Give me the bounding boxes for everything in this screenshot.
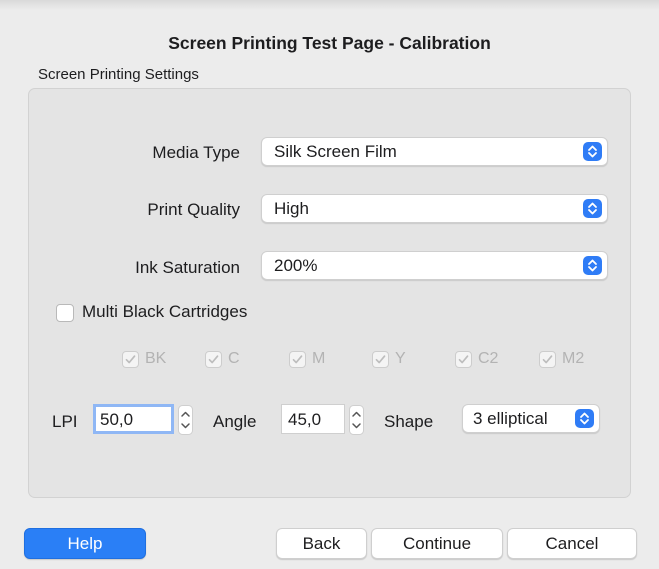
media-type-label: Media Type bbox=[152, 143, 240, 162]
angle-stepper-icon[interactable] bbox=[349, 405, 364, 435]
cartridge-label: Y bbox=[395, 350, 406, 367]
angle-field[interactable]: 45,0 bbox=[281, 404, 345, 434]
checkmark-icon bbox=[539, 351, 556, 368]
chevron-up-down-icon bbox=[583, 142, 602, 161]
chevron-up-down-icon bbox=[583, 256, 602, 275]
window-top-edge bbox=[0, 0, 659, 10]
cancel-button[interactable]: Cancel bbox=[507, 528, 637, 559]
lpi-value: 50,0 bbox=[100, 410, 134, 429]
media-type-value: Silk Screen Film bbox=[274, 142, 397, 161]
ink-saturation-popup[interactable]: 200% bbox=[261, 251, 608, 280]
ink-saturation-label: Ink Saturation bbox=[135, 258, 240, 277]
checkmark-icon bbox=[372, 351, 389, 368]
lpi-stepper-icon[interactable] bbox=[178, 405, 193, 435]
multi-black-checkbox[interactable] bbox=[56, 304, 74, 322]
checkmark-icon bbox=[122, 351, 139, 368]
cartridge-label: C2 bbox=[478, 350, 499, 367]
cartridge-label: BK bbox=[145, 350, 167, 367]
ink-saturation-value: 200% bbox=[274, 256, 318, 275]
continue-button[interactable]: Continue bbox=[371, 528, 503, 559]
print-quality-label: Print Quality bbox=[147, 200, 240, 219]
cartridge-label: C bbox=[228, 350, 240, 367]
cartridge-label: M bbox=[312, 350, 326, 367]
checkmark-icon bbox=[205, 351, 222, 368]
dialog-title: Screen Printing Test Page - Calibration bbox=[168, 33, 491, 53]
angle-value: 45,0 bbox=[288, 410, 322, 429]
shape-value: 3 elliptical bbox=[473, 409, 548, 428]
checkmark-icon bbox=[289, 351, 306, 368]
chevron-up-down-icon bbox=[575, 409, 594, 428]
chevron-up-down-icon bbox=[583, 199, 602, 218]
checkmark-icon bbox=[455, 351, 472, 368]
lpi-field[interactable]: 50,0 bbox=[93, 404, 174, 434]
shape-label: Shape bbox=[384, 412, 434, 431]
lpi-label: LPI bbox=[52, 412, 78, 431]
back-button[interactable]: Back bbox=[276, 528, 367, 559]
angle-label: Angle bbox=[213, 412, 257, 431]
print-quality-popup[interactable]: High bbox=[261, 194, 608, 223]
group-label: Screen Printing Settings bbox=[38, 66, 199, 83]
shape-popup[interactable]: 3 elliptical bbox=[462, 404, 600, 433]
help-button[interactable]: Help bbox=[24, 528, 146, 559]
cartridge-label: M2 bbox=[562, 350, 585, 367]
print-quality-value: High bbox=[274, 199, 309, 218]
media-type-popup[interactable]: Silk Screen Film bbox=[261, 137, 608, 166]
multi-black-label: Multi Black Cartridges bbox=[82, 302, 248, 321]
